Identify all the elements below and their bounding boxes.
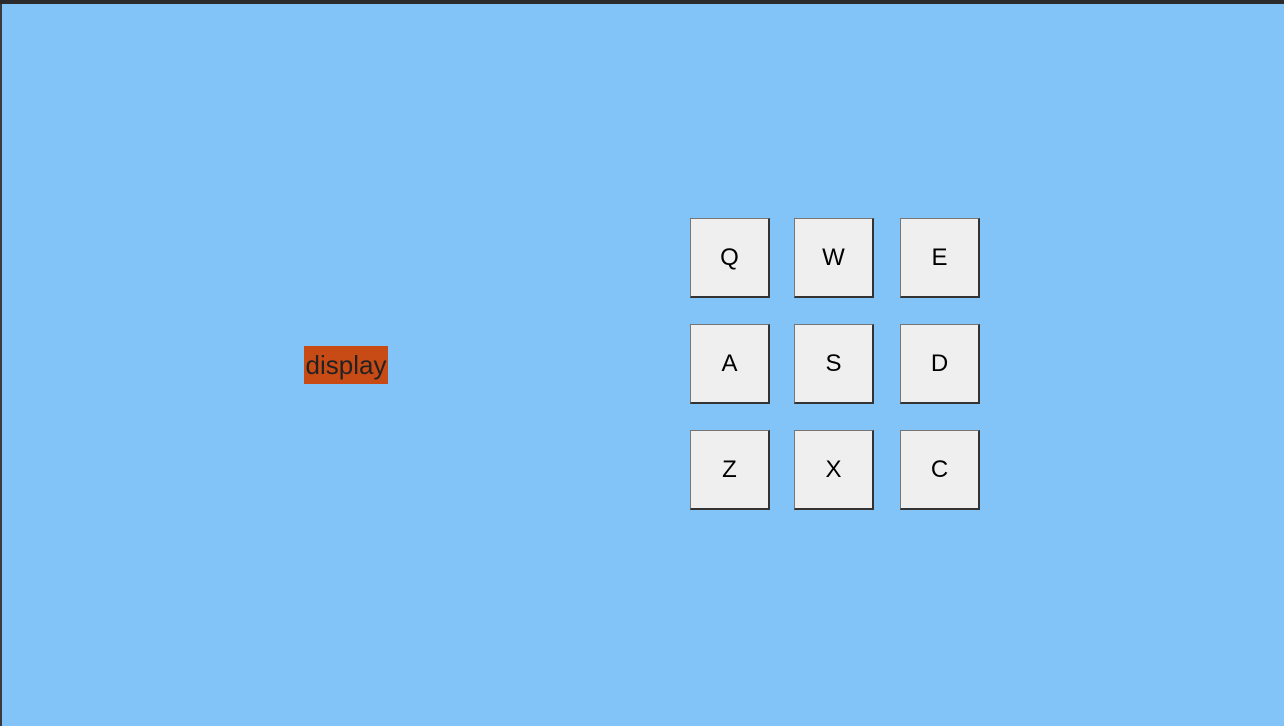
drum-pad-d[interactable]: D (900, 324, 980, 404)
drum-pad-q[interactable]: Q (690, 218, 770, 298)
drum-pad-x[interactable]: X (794, 430, 874, 510)
drum-pad-w[interactable]: W (794, 218, 874, 298)
display-label: display (304, 346, 388, 384)
drum-pad-c[interactable]: C (900, 430, 980, 510)
drum-pad-z[interactable]: Z (690, 430, 770, 510)
drum-pad-e[interactable]: E (900, 218, 980, 298)
drum-pad-s[interactable]: S (794, 324, 874, 404)
drum-pad-a[interactable]: A (690, 324, 770, 404)
drum-machine: display Q W E A S D Z X C (2, 4, 1284, 726)
drum-pad-grid: Q W E A S D Z X C (690, 218, 982, 512)
